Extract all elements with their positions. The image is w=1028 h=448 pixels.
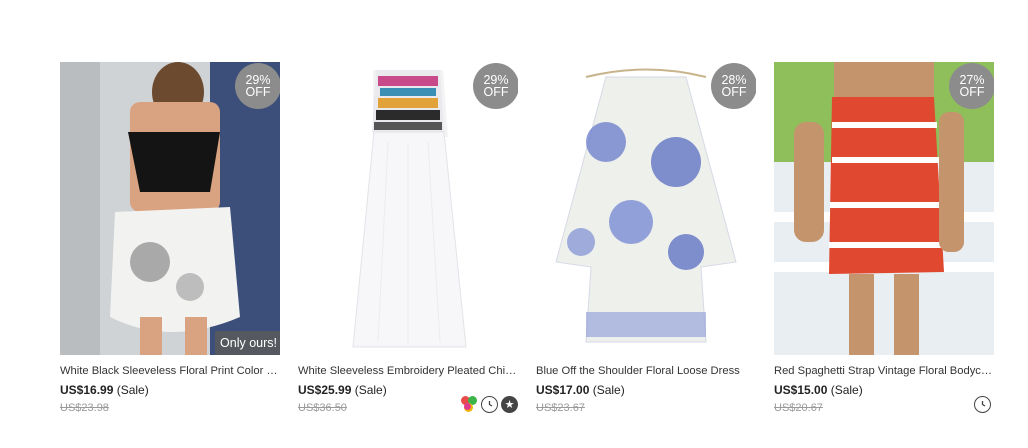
discount-off-label: OFF: [483, 85, 509, 99]
product-title[interactable]: White Black Sleeveless Floral Print Colo…: [60, 364, 280, 378]
product-image[interactable]: 29% OFF: [298, 62, 518, 355]
product-card[interactable]: 29% OFF Only ours! White Black Sleeveles…: [60, 62, 280, 414]
product-title[interactable]: White Sleeveless Embroidery Pleated Chif…: [298, 364, 518, 378]
clock-icon[interactable]: [481, 396, 498, 413]
discount-off-label: OFF: [959, 85, 985, 99]
price-row: US$17.00 (Sale): [536, 383, 756, 399]
clock-icon[interactable]: [974, 396, 991, 413]
discount-off-label: OFF: [245, 85, 271, 99]
discount-off-label: OFF: [721, 85, 747, 99]
price-row: US$16.99 (Sale): [60, 383, 280, 399]
discount-badge: 29% OFF: [235, 63, 280, 109]
product-card[interactable]: 28% OFF Blue Off the Shoulder Floral Loo…: [536, 62, 756, 414]
original-price: US$23.98: [60, 402, 109, 414]
exclusive-tag: Only ours!: [215, 331, 280, 355]
sale-price: US$16.99: [60, 383, 114, 397]
product-image[interactable]: 29% OFF Only ours!: [60, 62, 280, 355]
star-icon[interactable]: ★: [501, 396, 518, 413]
product-title[interactable]: Red Spaghetti Strap Vintage Floral Bodyc…: [774, 364, 994, 378]
original-price: US$20.67: [774, 402, 823, 414]
product-image[interactable]: 27% OFF: [774, 62, 994, 355]
sale-price: US$15.00: [774, 383, 828, 397]
product-card[interactable]: 29% OFF White Sleeveless Embroidery Plea…: [298, 62, 518, 414]
original-price: US$23.67: [536, 402, 585, 414]
product-image[interactable]: 28% OFF: [536, 62, 756, 355]
sale-price: US$25.99: [298, 383, 352, 397]
sale-label: (Sale): [354, 383, 387, 397]
price-row: US$15.00 (Sale): [774, 383, 994, 413]
sale-label: (Sale): [592, 383, 625, 397]
discount-badge: 29% OFF: [473, 63, 518, 109]
sale-price: US$17.00: [536, 383, 590, 397]
product-icons: [974, 396, 991, 413]
discount-badge: 28% OFF: [711, 63, 756, 109]
sale-label: (Sale): [116, 383, 149, 397]
color-options-icon[interactable]: [461, 396, 478, 413]
product-title[interactable]: Blue Off the Shoulder Floral Loose Dress: [536, 364, 756, 378]
price-row: US$25.99 (Sale) ★: [298, 383, 518, 413]
product-card[interactable]: 27% OFF Red Spaghetti Strap Vintage Flor…: [774, 62, 994, 414]
product-icons: ★: [461, 396, 518, 413]
discount-badge: 27% OFF: [949, 63, 994, 109]
sale-label: (Sale): [830, 383, 863, 397]
